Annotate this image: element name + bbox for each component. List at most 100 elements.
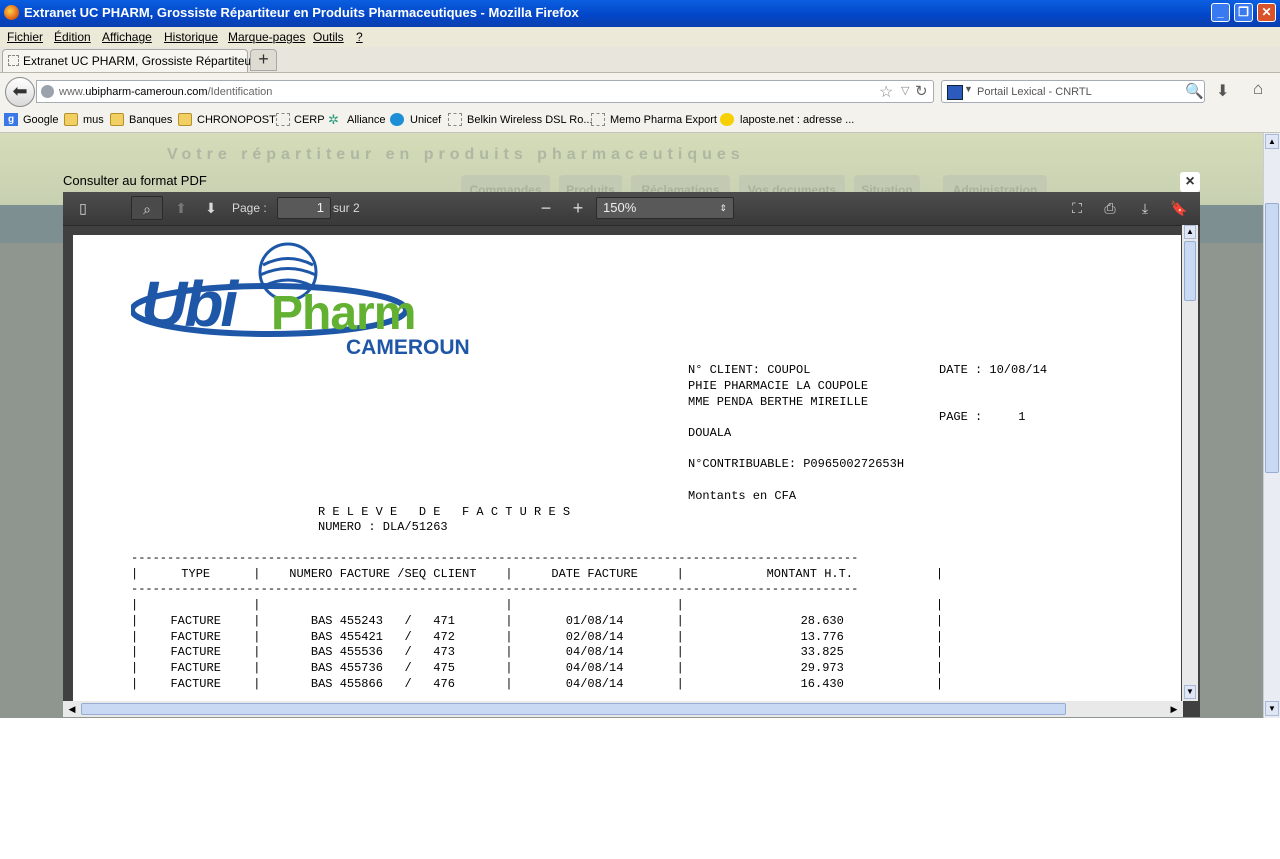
bookmark-icon[interactable]: 🔖: [1165, 196, 1193, 220]
cell-type: FACTURE: [170, 614, 221, 628]
overlay-close-button[interactable]: ×: [1180, 172, 1200, 192]
bookmark-chronopost[interactable]: CHRONOPOST: [197, 114, 276, 126]
folder-icon: [178, 113, 192, 126]
url-dropdown-icon[interactable]: ▽: [901, 84, 909, 97]
download-icon[interactable]: ⬇: [1216, 81, 1229, 101]
cell-date: 04/08/14: [565, 676, 624, 691]
table-row: | FACTURE | BAS 455536 / 473 | 04/08/14 | 33.82…: [131, 645, 944, 660]
find-icon[interactable]: ⌕: [131, 196, 163, 220]
google-icon: g: [4, 113, 18, 126]
page-scroll-down-icon[interactable]: ▼: [1265, 701, 1279, 716]
ubipharm-logo: Ubi Pharm CAMEROUN: [129, 240, 470, 365]
col-numero: NUMERO FACTURE /SEQ CLIENT: [289, 567, 477, 581]
tax-number: N°CONTRIBUABLE: P096500272653H: [688, 457, 905, 471]
currency-note: Montants en CFA: [688, 489, 797, 503]
navigation-bar: ⬅ www.ubipharm-cameroun.com/Identificati…: [0, 72, 1280, 111]
cell-montant: 33.825: [800, 645, 844, 660]
pdf-horizontal-scrollbar[interactable]: ◀ ▶: [63, 701, 1183, 717]
menu-outils[interactable]: Outils: [313, 30, 344, 44]
next-page-icon[interactable]: ⬇: [197, 196, 225, 220]
scroll-down-icon[interactable]: ▼: [1184, 685, 1196, 699]
restore-button[interactable]: ❐: [1234, 3, 1253, 22]
laposte-icon: [720, 113, 734, 126]
menu-edition[interactable]: Édition: [54, 30, 91, 44]
page-number-input[interactable]: 1: [277, 197, 331, 219]
close-window-button[interactable]: ✕: [1257, 3, 1276, 22]
bookmark-google[interactable]: Google: [23, 114, 58, 126]
reload-icon[interactable]: ↻: [915, 82, 928, 100]
home-icon[interactable]: ⌂: [1253, 79, 1263, 99]
scroll-right-icon[interactable]: ▶: [1167, 702, 1181, 716]
print-icon[interactable]: ⎙: [1096, 196, 1124, 220]
cell-montant: 29.973: [800, 661, 844, 676]
search-engine-icon[interactable]: [947, 85, 963, 100]
cell-date: 04/08/14: [565, 661, 624, 676]
page-vertical-scrollbar[interactable]: ▲ ▼: [1263, 133, 1280, 718]
cell-montant: 13.776: [800, 629, 844, 644]
page-indicator: PAGE : 1: [939, 410, 1026, 424]
pdf-vertical-scrollbar[interactable]: ▲ ▼: [1182, 225, 1198, 701]
table-row: | FACTURE | BAS 455421 / 472 | 02/08/14 | 13.77…: [131, 629, 944, 644]
alliance-icon: ✲: [328, 112, 339, 127]
window-title: Extranet UC PHARM, Grossiste Répartiteur…: [24, 5, 579, 20]
zoom-out-icon[interactable]: −: [532, 196, 560, 220]
sidebar-toggle-icon[interactable]: ▯: [69, 196, 97, 220]
page-label: Page :: [232, 201, 267, 215]
menu-historique[interactable]: Historique: [164, 30, 218, 44]
search-input[interactable]: Portail Lexical - CNRTL: [977, 86, 1092, 98]
scroll-up-icon[interactable]: ▲: [1184, 225, 1196, 239]
cell-date: 01/08/14: [565, 614, 624, 628]
minimize-button[interactable]: _: [1211, 3, 1230, 22]
zoom-select[interactable]: 150% ⇕: [596, 197, 734, 219]
search-icon[interactable]: 🔍: [1185, 82, 1204, 100]
bookmark-belkin[interactable]: Belkin Wireless DSL Ro...: [467, 114, 593, 126]
menu-help[interactable]: ?: [356, 30, 363, 44]
pdf-viewer: ▯ ⌕ ⬆ ⬇ Page : 1 sur 2 − + 150% ⇕ ⛶ ⎙ ⤓ 🔖: [63, 192, 1200, 717]
tab-strip: Extranet UC PHARM, Grossiste Répartiteur…: [0, 47, 1280, 72]
select-arrows-icon: ⇕: [719, 203, 727, 213]
table-row-empty: | | | | |: [131, 598, 944, 612]
page-total: sur 2: [333, 201, 360, 215]
menu-bar: Fichier Édition Affichage Historique Mar…: [0, 27, 1280, 47]
menu-affichage[interactable]: Affichage: [102, 30, 152, 44]
cell-type: FACTURE: [170, 661, 221, 676]
bookmark-alliance[interactable]: Alliance: [347, 114, 386, 126]
cell-numero: BAS 455866 / 476: [310, 676, 455, 691]
window-titlebar[interactable]: Extranet UC PHARM, Grossiste Répartiteur…: [0, 0, 1280, 27]
menu-fichier[interactable]: Fichier: [7, 30, 43, 44]
page-scroll-thumb[interactable]: [1265, 203, 1279, 473]
bookmark-cerp[interactable]: CERP: [294, 114, 325, 126]
tab-extranet[interactable]: Extranet UC PHARM, Grossiste Répartiteur…: [2, 49, 268, 72]
bookmark-memo-pharma[interactable]: Memo Pharma Export: [610, 114, 717, 126]
scroll-left-icon[interactable]: ◀: [65, 702, 79, 716]
page-icon: [276, 113, 290, 126]
page-scroll-up-icon[interactable]: ▲: [1265, 134, 1279, 149]
back-button[interactable]: ⬅: [5, 77, 35, 107]
client-name-1: PHIE PHARMACIE LA COUPOLE: [688, 379, 869, 393]
back-arrow-icon: ⬅: [12, 81, 28, 101]
bookmark-mus[interactable]: mus: [83, 114, 104, 126]
presentation-mode-icon[interactable]: ⛶: [1063, 196, 1091, 220]
engine-dropdown-icon[interactable]: ▼: [964, 84, 973, 94]
new-tab-button[interactable]: +: [250, 49, 277, 71]
scroll-thumb[interactable]: [1184, 241, 1196, 301]
url-bar[interactable]: www.ubipharm-cameroun.com/Identification…: [36, 80, 934, 103]
cell-type: FACTURE: [170, 645, 221, 660]
bookmark-star-icon[interactable]: ☆: [879, 82, 893, 102]
menu-marque-pages[interactable]: Marque-pages: [228, 30, 305, 44]
bookmark-banques[interactable]: Banques: [129, 114, 172, 126]
bookmark-laposte[interactable]: laposte.net : adresse ...: [740, 114, 854, 126]
bookmark-unicef[interactable]: Unicef: [410, 114, 441, 126]
cell-numero: BAS 455243 / 471: [310, 614, 455, 628]
table-row: | FACTURE | BAS 455866 / 476 | 04/08/14 | 16.43…: [131, 676, 944, 691]
page-favicon-icon: [8, 55, 19, 66]
logo-subtitle: CAMEROUN: [346, 336, 470, 359]
cell-montant: 28.630: [800, 614, 844, 628]
hscroll-thumb[interactable]: [81, 703, 1066, 715]
search-bar[interactable]: ▼ Portail Lexical - CNRTL 🔍: [941, 80, 1205, 103]
download-pdf-icon[interactable]: ⤓: [1131, 196, 1159, 220]
url-text[interactable]: www.ubipharm-cameroun.com/Identification: [59, 86, 272, 98]
cell-date: 04/08/14: [565, 645, 624, 660]
zoom-in-icon[interactable]: +: [564, 196, 592, 220]
previous-page-icon[interactable]: ⬆: [167, 196, 195, 220]
